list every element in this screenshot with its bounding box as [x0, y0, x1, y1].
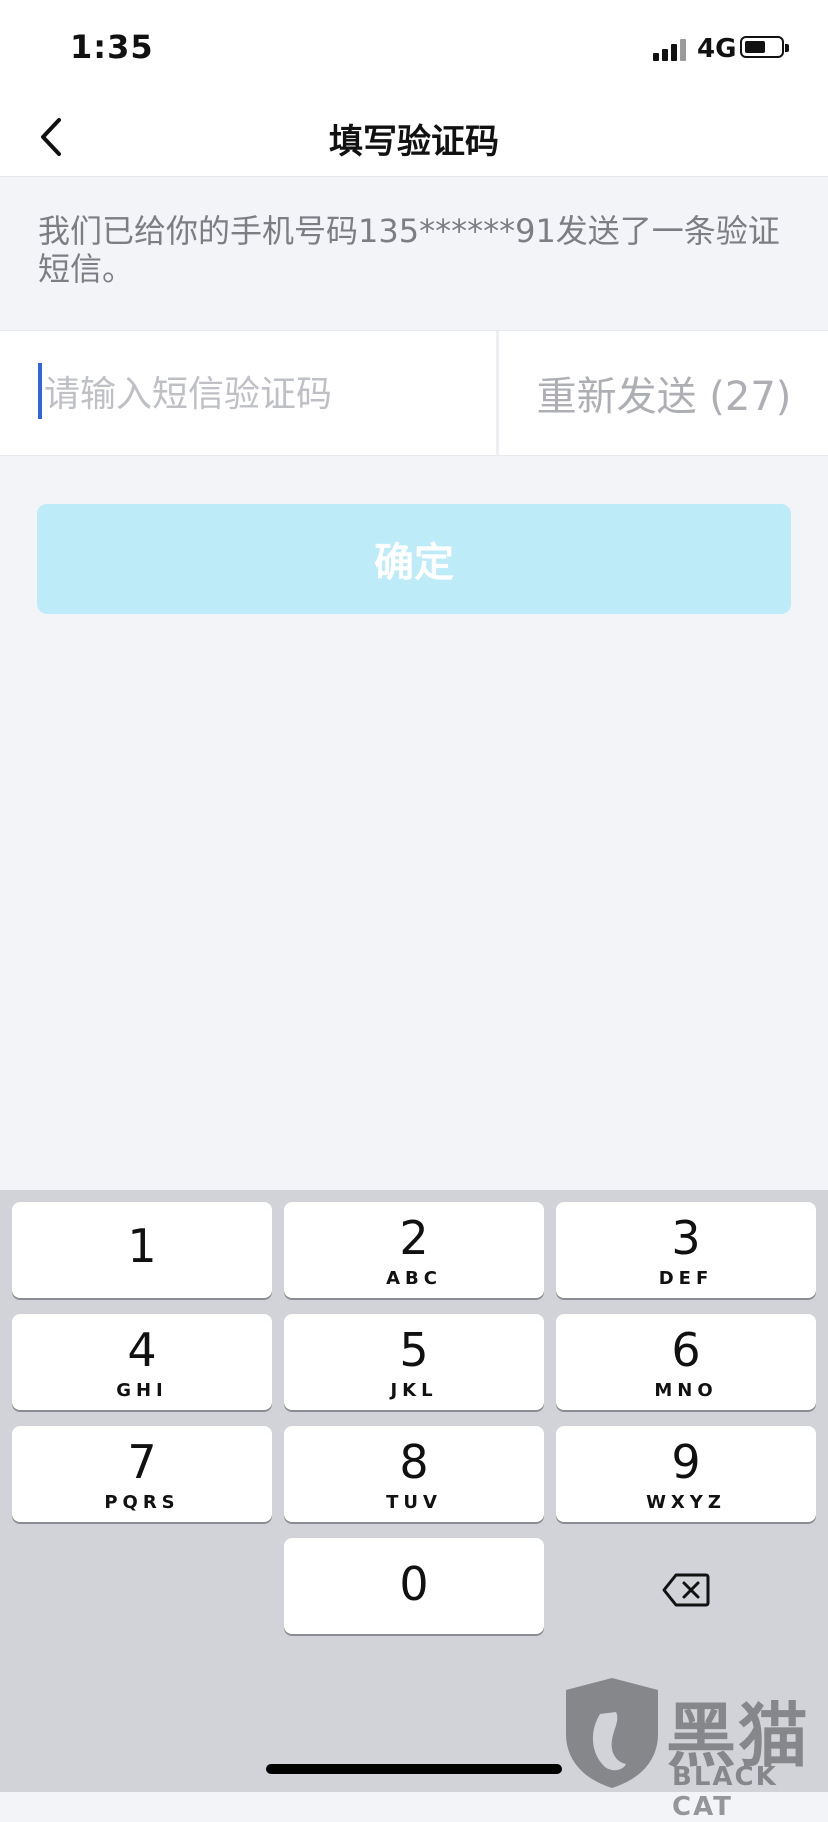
battery-icon — [740, 36, 789, 58]
key-digit: 0 — [399, 1557, 429, 1611]
text-cursor — [38, 363, 42, 419]
key-5[interactable]: 5 JKL — [284, 1314, 544, 1410]
key-1[interactable]: 1 — [12, 1202, 272, 1298]
key-letters: ABC — [386, 1268, 442, 1289]
status-time: 1:35 — [70, 28, 154, 66]
key-digit: 7 — [127, 1435, 157, 1489]
key-digit: 3 — [671, 1211, 701, 1265]
key-8[interactable]: 8 TUV — [284, 1426, 544, 1522]
key-7[interactable]: 7 PQRS — [12, 1426, 272, 1522]
page-title: 填写验证码 — [329, 122, 499, 162]
key-digit: 6 — [671, 1323, 701, 1377]
key-letters: JKL — [390, 1380, 438, 1401]
sms-sent-notice: 我们已给你的手机号码135******91发送了一条验证短信。 — [38, 212, 780, 288]
home-indicator — [266, 1764, 562, 1774]
key-letters: GHI — [116, 1380, 168, 1401]
key-letters: DEF — [658, 1268, 714, 1289]
key-letters: TUV — [386, 1492, 442, 1513]
key-digit: 9 — [671, 1435, 701, 1489]
sms-code-input[interactable]: 请输入短信验证码 — [38, 361, 478, 421]
status-bar: 1:35 4G — [0, 0, 828, 100]
backspace-icon — [662, 1573, 710, 1607]
watermark-logo: 黑猫 BLACK CAT — [556, 1672, 828, 1822]
key-2[interactable]: 2 ABC — [284, 1202, 544, 1298]
watermark-subtitle: BLACK CAT — [672, 1762, 778, 1822]
key-digit: 8 — [399, 1435, 429, 1489]
key-digit: 4 — [127, 1323, 157, 1377]
cellular-signal-icon — [653, 39, 689, 61]
delete-key[interactable] — [556, 1542, 816, 1638]
key-9[interactable]: 9 WXYZ — [556, 1426, 816, 1522]
sms-code-placeholder: 请输入短信验证码 — [44, 374, 333, 415]
key-letters: MNO — [654, 1380, 718, 1401]
key-digit: 2 — [399, 1211, 429, 1265]
key-3[interactable]: 3 DEF — [556, 1202, 816, 1298]
cat-shield-icon — [566, 1678, 658, 1788]
navigation-bar: 填写验证码 — [0, 100, 828, 177]
key-digit: 5 — [399, 1323, 429, 1377]
key-letters: PQRS — [104, 1492, 180, 1513]
resend-code-button[interactable]: 重新发送 (27) — [500, 331, 828, 455]
network-type: 4G — [697, 34, 737, 64]
key-4[interactable]: 4 GHI — [12, 1314, 272, 1410]
key-0[interactable]: 0 — [284, 1538, 544, 1634]
key-digit: 1 — [127, 1219, 157, 1273]
key-6[interactable]: 6 MNO — [556, 1314, 816, 1410]
key-letters: WXYZ — [646, 1492, 726, 1513]
verification-input-row: 请输入短信验证码 重新发送 (27) — [0, 330, 828, 456]
divider — [496, 331, 499, 455]
confirm-button[interactable]: 确定 — [37, 504, 791, 614]
